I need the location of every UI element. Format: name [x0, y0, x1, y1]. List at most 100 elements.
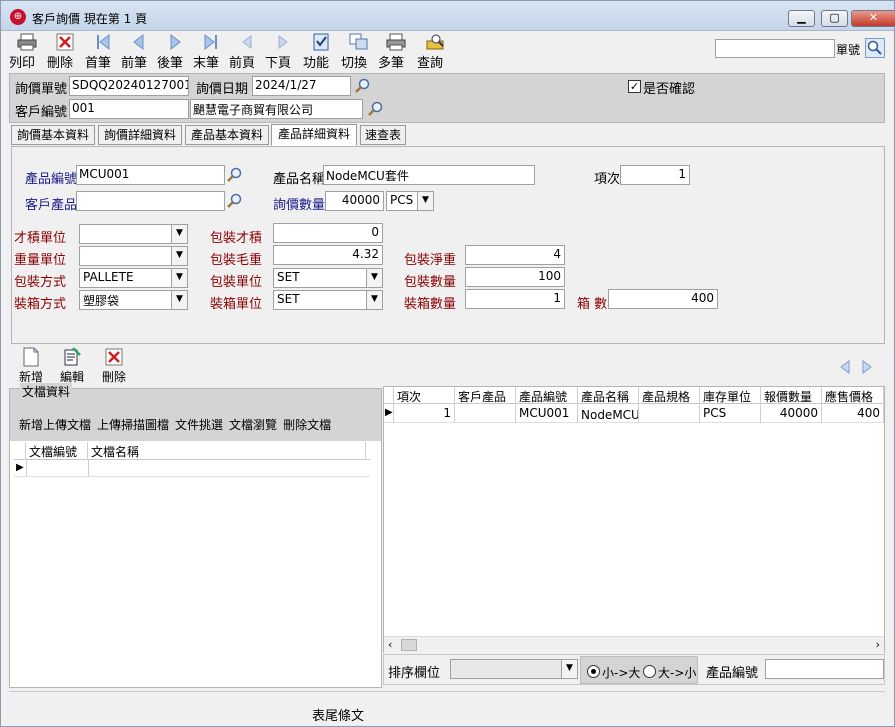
print-button[interactable]: 列印 — [9, 33, 45, 71]
inquiry-date-label: 詢價日期 — [196, 82, 249, 97]
col-product-spec[interactable]: 產品規格 — [639, 387, 700, 405]
arrow-left-icon[interactable] — [837, 359, 853, 375]
add-button[interactable]: 新增 — [15, 347, 47, 385]
pack-unit-select[interactable]: SET ▼ — [273, 268, 383, 288]
function-button[interactable]: 功能 — [303, 33, 339, 71]
gross-weight-field[interactable]: 4.32 — [273, 245, 383, 265]
delete-button[interactable]: 刪除 — [47, 33, 83, 71]
switch-button[interactable]: 切換 — [341, 33, 377, 71]
pack-qty-field[interactable]: 100 — [465, 267, 565, 287]
sort-asc-label: 小->大 — [602, 666, 641, 680]
cbm-unit-select[interactable]: ▼ — [79, 224, 188, 244]
customer-no-field[interactable]: 001 — [69, 99, 189, 119]
unit-select[interactable]: PCS ▼ — [386, 191, 434, 211]
prev-page-button[interactable]: 前頁 — [229, 33, 265, 71]
customer-product-label: 客戶產品 — [25, 198, 78, 213]
document-panel-title: 文檔資料 — [20, 383, 73, 400]
weight-unit-select[interactable]: ▼ — [79, 246, 188, 266]
col-quote-qty[interactable]: 報價數量 — [761, 387, 822, 405]
col-customer-product[interactable]: 客戶產品 — [455, 387, 516, 405]
customer-product-lookup-icon[interactable] — [226, 192, 244, 210]
customer-product-field[interactable] — [76, 191, 225, 211]
tab-product-basic[interactable]: 產品基本資料 — [185, 125, 269, 145]
order-no-search-input[interactable] — [715, 39, 835, 58]
customer-lookup-icon[interactable] — [367, 100, 385, 118]
product-lookup-icon[interactable] — [226, 166, 244, 184]
document-grid-header: 文檔編號 文檔名稱 — [14, 442, 370, 460]
box-method-select[interactable]: 塑膠袋 ▼ — [79, 290, 188, 310]
scrollbar-thumb[interactable] — [401, 639, 417, 651]
scroll-right-icon[interactable]: › — [876, 638, 880, 651]
function-icon — [313, 33, 329, 51]
chevron-down-icon: ▼ — [171, 225, 187, 243]
sort-field-label: 排序欄位 — [388, 666, 441, 681]
product-name-field[interactable]: NodeMCU套件 — [323, 165, 535, 185]
tab-quick-lookup[interactable]: 速查表 — [360, 125, 406, 145]
minimize-button[interactable]: ▁ — [788, 10, 815, 27]
tab-inquiry-detail[interactable]: 詢價詳細資料 — [98, 125, 182, 145]
order-no-search-button[interactable] — [865, 38, 885, 58]
col-stock-unit[interactable]: 庫存單位 — [700, 387, 761, 405]
multi-icon — [386, 33, 406, 51]
col-item[interactable]: 項次 — [394, 387, 455, 405]
document-new-row[interactable]: ▶ — [14, 460, 370, 477]
delete-doc-button[interactable]: 刪除 — [98, 347, 130, 385]
chevron-down-icon: ▼ — [417, 192, 433, 210]
inquiry-date-field[interactable]: 2024/1/27 — [252, 76, 351, 96]
prev-icon — [133, 33, 144, 51]
box-count-field[interactable]: 400 — [608, 289, 718, 309]
edit-button[interactable]: 編輯 — [56, 347, 88, 385]
delete-doc-link[interactable]: 刪除文檔 — [283, 418, 331, 432]
close-button[interactable]: ✕ — [851, 10, 895, 27]
delete-icon — [105, 348, 123, 366]
horizontal-scrollbar[interactable]: ‹ › — [384, 636, 884, 653]
col-doc-no[interactable]: 文檔編號 — [26, 442, 88, 460]
weight-unit-label: 重量單位 — [14, 253, 67, 268]
next-page-button[interactable]: 下頁 — [265, 33, 301, 71]
upload-scan-link[interactable]: 上傳掃描圖檔 — [97, 418, 169, 432]
arrow-right-icon[interactable] — [859, 359, 875, 375]
quantity-field[interactable]: 40000 — [325, 191, 384, 211]
col-product-name[interactable]: 產品名稱 — [578, 387, 639, 405]
pack-cbm-field[interactable]: 0 — [273, 223, 383, 243]
prev-record-button[interactable]: 前筆 — [121, 33, 157, 71]
net-weight-field[interactable]: 4 — [465, 245, 565, 265]
pick-file-link[interactable]: 文件挑選 — [175, 418, 223, 432]
customer-name-field[interactable]: 颶慧電子商貿有限公司 — [190, 99, 363, 119]
item-label: 項次 — [594, 172, 621, 187]
inquiry-no-field[interactable]: SDQQ20240127001 — [69, 76, 189, 96]
next-record-button[interactable]: 後筆 — [157, 33, 193, 71]
product-no-field[interactable]: MCU001 — [76, 165, 225, 185]
multi-record-button[interactable]: 多筆 — [378, 33, 414, 71]
table-row[interactable]: ▶ 1 MCU001 NodeMCU套 PCS 40000 400 — [384, 405, 884, 423]
col-product-no[interactable]: 產品編號 — [516, 387, 578, 405]
last-record-button[interactable]: 末筆 — [193, 33, 229, 71]
order-no-label: 單號 — [836, 43, 861, 57]
date-lookup-icon[interactable] — [354, 77, 372, 95]
tab-inquiry-basic[interactable]: 詢價基本資料 — [11, 125, 95, 145]
confirmed-label: 是否確認 — [643, 82, 696, 97]
sort-desc-label: 大->小 — [658, 666, 697, 680]
product-search-input[interactable] — [765, 659, 884, 679]
sort-field-select[interactable]: ▼ — [450, 659, 578, 679]
col-doc-name[interactable]: 文檔名稱 — [88, 442, 366, 460]
box-unit-select[interactable]: SET ▼ — [273, 290, 383, 310]
product-search-label: 產品編號 — [706, 666, 759, 681]
header-panel: 詢價單號 SDQQ20240127001 詢價日期 2024/1/27 ✓ 是否… — [9, 73, 885, 123]
scroll-left-icon[interactable]: ‹ — [388, 638, 392, 651]
col-sale-price[interactable]: 應售價格 — [822, 387, 884, 405]
first-record-button[interactable]: 首筆 — [85, 33, 121, 71]
pack-method-label: 包裝方式 — [14, 275, 67, 290]
tab-product-detail[interactable]: 產品詳細資料 — [271, 124, 357, 146]
box-qty-field[interactable]: 1 — [465, 289, 565, 309]
sort-desc-radio[interactable] — [643, 665, 656, 678]
add-upload-doc-link[interactable]: 新增上傳文檔 — [19, 418, 91, 432]
query-button[interactable]: 查詢 — [417, 33, 453, 71]
confirmed-checkbox[interactable]: ✓ — [628, 80, 641, 93]
pack-method-select[interactable]: PALLETE ▼ — [79, 268, 188, 288]
browse-doc-link[interactable]: 文檔瀏覽 — [229, 418, 277, 432]
item-field[interactable]: 1 — [620, 165, 690, 185]
title-bar: ⊕ 客戶詢價 現在第 1 頁 ▁ ▢ ✕ — [1, 1, 895, 31]
maximize-button[interactable]: ▢ — [821, 10, 848, 27]
sort-asc-radio[interactable] — [587, 665, 600, 678]
